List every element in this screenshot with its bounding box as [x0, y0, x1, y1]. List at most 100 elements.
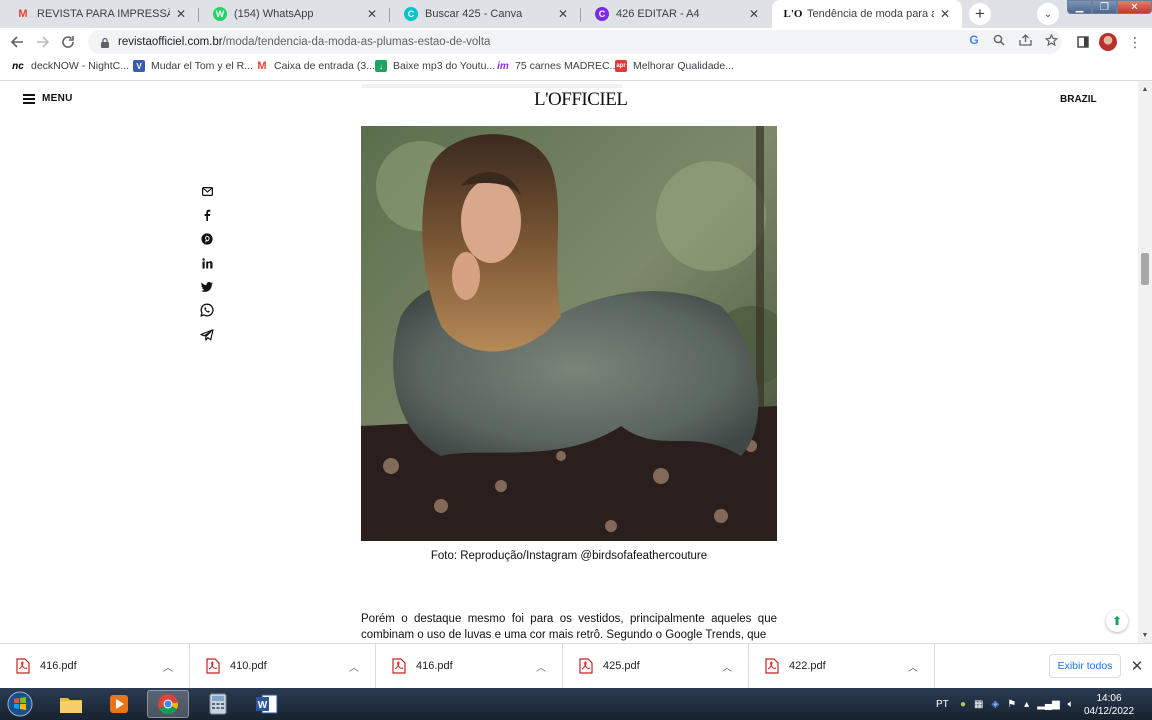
tab-lofficiel[interactable]: L'O Tendência de moda para apostar ✕ — [772, 0, 962, 28]
article-photo — [361, 126, 777, 541]
start-button[interactable] — [4, 689, 36, 719]
google-icon[interactable]: G — [966, 32, 982, 48]
pdf-icon — [579, 658, 593, 674]
chevron-up-icon[interactable]: ︿ — [906, 659, 920, 674]
calculator-icon[interactable] — [197, 690, 239, 718]
tray-network-icon[interactable]: ▦ — [974, 699, 983, 710]
lock-icon[interactable] — [100, 37, 110, 48]
word-icon[interactable]: W — [246, 690, 288, 718]
close-icon[interactable]: ✕ — [747, 7, 761, 21]
download-item[interactable]: 410.pdf ︿ — [190, 644, 376, 688]
bookmark-item[interactable]: im 75 carnes MADREC... — [497, 60, 618, 72]
bookmark-label: deckNOW - NightC... — [31, 60, 130, 72]
whatsapp-icon[interactable] — [198, 302, 216, 318]
linkedin-icon[interactable] — [198, 255, 216, 271]
windows-taskbar: W PT ● ▦ ◈ ⚑ ▴ ▂▄▆ 🔈︎ 14:06 04/12/2022 — [0, 688, 1152, 720]
hamburger-icon — [23, 93, 35, 104]
volume-icon[interactable]: 🔈︎ — [1068, 699, 1074, 710]
chevron-up-icon[interactable]: ︿ — [161, 659, 175, 674]
v-icon: V — [133, 60, 145, 72]
chevron-up-icon[interactable]: ︿ — [347, 659, 361, 674]
tab-label: (154) WhatsApp — [234, 8, 314, 20]
url-text: revistaofficiel.com.br/moda/tendencia-da… — [118, 36, 490, 48]
download-item[interactable]: 416.pdf ︿ — [376, 644, 563, 688]
side-panel-button[interactable] — [1073, 32, 1093, 52]
tray-app-icon[interactable]: ● — [960, 699, 966, 710]
download-filename: 425.pdf — [603, 660, 640, 672]
new-tab-button[interactable]: + — [969, 3, 991, 25]
site-logo[interactable]: L'OFFICIEL — [534, 89, 628, 111]
tab-canva-edit[interactable]: C 426 EDITAR - A4 ✕ — [581, 0, 771, 28]
address-bar[interactable]: revistaofficiel.com.br/moda/tendencia-da… — [88, 30, 1062, 54]
bookmarks-bar: nc deckNOW - NightC... V Mudar el Tom y … — [0, 56, 1152, 78]
tab-gmail[interactable]: M REVISTA PARA IMPRESSÃO - con ✕ — [2, 0, 198, 28]
download-icon: ↓ — [375, 60, 387, 72]
bookmark-item[interactable]: ↓ Baixe mp3 do Youtu... — [375, 60, 495, 72]
share-icon[interactable] — [1017, 32, 1033, 48]
top-banner-edge — [362, 84, 622, 88]
telegram-icon[interactable] — [198, 327, 216, 343]
email-icon[interactable] — [198, 183, 216, 199]
clock-time: 14:06 — [1096, 693, 1122, 704]
signal-icon[interactable]: ▂▄▆ — [1037, 699, 1059, 710]
download-item[interactable]: 422.pdf ︿ — [749, 644, 935, 688]
window-close-button[interactable]: ✕ — [1117, 0, 1152, 14]
app-icon: apr — [615, 60, 627, 72]
system-clock[interactable]: 14:06 04/12/2022 — [1078, 692, 1140, 718]
chevron-up-icon[interactable]: ︿ — [534, 659, 548, 674]
scroll-up-icon[interactable]: ▲ — [1138, 83, 1152, 95]
tab-whatsapp[interactable]: W (154) WhatsApp ✕ — [199, 0, 389, 28]
show-all-downloads-button[interactable]: Exibir todos — [1049, 654, 1121, 678]
tab-label: REVISTA PARA IMPRESSÃO - con — [37, 8, 170, 20]
forward-button[interactable] — [33, 32, 53, 52]
tray-arrow-icon[interactable]: ▴ — [1024, 699, 1029, 710]
tab-search-button[interactable]: ⌄ — [1037, 3, 1059, 25]
explorer-icon[interactable] — [50, 690, 92, 718]
reload-icon — [62, 36, 74, 48]
reload-button[interactable] — [58, 32, 78, 52]
menu-button[interactable]: MENU — [23, 93, 73, 104]
minimize-button[interactable]: ▁ — [1067, 0, 1092, 14]
scroll-thumb[interactable] — [1141, 253, 1149, 285]
close-icon[interactable]: ✕ — [556, 7, 570, 21]
region-selector[interactable]: BRAZIL — [1060, 94, 1097, 105]
profile-avatar[interactable] — [1098, 32, 1118, 52]
download-filename: 422.pdf — [789, 660, 826, 672]
media-player-icon[interactable] — [98, 690, 140, 718]
zoom-icon[interactable] — [991, 32, 1007, 48]
download-item[interactable]: 416.pdf ︿ — [0, 644, 190, 688]
pinterest-icon[interactable] — [198, 231, 216, 247]
close-icon[interactable]: ✕ — [365, 7, 379, 21]
pdf-icon — [765, 658, 779, 674]
bookmark-item[interactable]: M Caixa de entrada (3... — [256, 60, 375, 72]
windows-logo-icon — [7, 691, 33, 717]
facebook-icon[interactable] — [198, 207, 216, 223]
scroll-down-icon[interactable]: ▼ — [1138, 629, 1152, 641]
bookmark-item[interactable]: nc deckNOW - NightC... — [11, 60, 129, 72]
scroll-top-button[interactable]: ⬆ — [1106, 610, 1128, 632]
bookmark-star-icon[interactable] — [1043, 32, 1059, 48]
tab-canva-search[interactable]: C Buscar 425 - Canva ✕ — [390, 0, 580, 28]
flag-icon[interactable]: ⚑ — [1007, 699, 1016, 710]
decknow-icon: nc — [12, 60, 24, 72]
bookmark-item[interactable]: apr Melhorar Qualidade... — [615, 60, 734, 72]
chevron-up-icon[interactable]: ︿ — [720, 659, 734, 674]
chrome-icon[interactable] — [147, 690, 189, 718]
maximize-button[interactable]: ❐ — [1092, 0, 1117, 14]
side-panel-icon — [1077, 36, 1089, 48]
shield-icon[interactable]: ◈ — [992, 699, 1000, 710]
bookmark-item[interactable]: V Mudar el Tom y el R... — [133, 60, 253, 72]
photo-caption: Foto: Reprodução/Instagram @birdsofafeat… — [430, 550, 708, 562]
back-button[interactable] — [7, 32, 27, 52]
close-icon[interactable]: ✕ — [938, 7, 952, 21]
close-icon[interactable]: ✕ — [1128, 657, 1146, 675]
more-menu-button[interactable]: ⋮ — [1125, 32, 1145, 52]
canva-icon: C — [595, 7, 609, 21]
page-scrollbar[interactable]: ▲ ▼ — [1138, 81, 1152, 643]
download-item[interactable]: 425.pdf ︿ — [563, 644, 749, 688]
language-indicator[interactable]: PT — [936, 688, 949, 720]
whatsapp-icon: W — [213, 7, 227, 21]
twitter-icon[interactable] — [198, 279, 216, 295]
bookmark-label: Caixa de entrada (3... — [274, 60, 375, 72]
close-icon[interactable]: ✕ — [174, 7, 188, 21]
